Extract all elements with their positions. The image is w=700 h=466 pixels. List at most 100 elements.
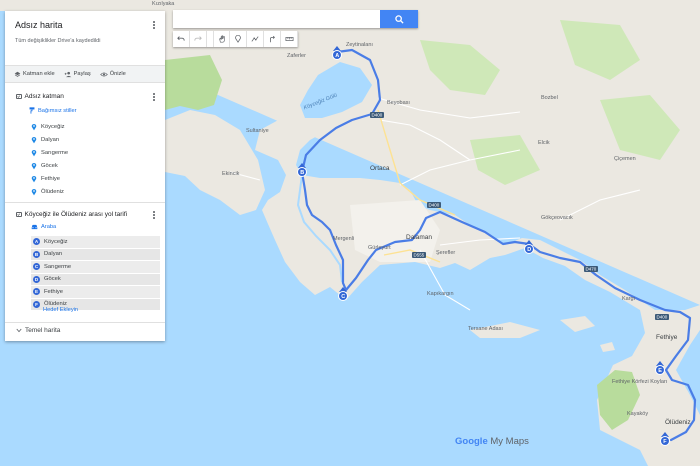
car-icon xyxy=(31,224,38,230)
map-options-button[interactable] xyxy=(150,19,158,31)
label-kapikargin: Kapıkargın xyxy=(427,291,454,297)
hand-icon xyxy=(218,35,225,43)
travel-mode[interactable]: Araba xyxy=(31,224,56,230)
stop-letter-badge: C xyxy=(33,263,40,271)
stop-item[interactable]: E Fethiye xyxy=(31,286,160,298)
layer1-style-link[interactable]: Bağımsız stiller xyxy=(29,107,77,114)
layer1-name[interactable]: Adsız katman xyxy=(25,93,64,100)
label-ekincik: Ekincik xyxy=(222,171,240,177)
svg-text:D555: D555 xyxy=(414,253,425,258)
svg-text:D470: D470 xyxy=(586,267,597,272)
chevron-down-icon xyxy=(16,328,22,333)
layer1-options-button[interactable] xyxy=(150,91,158,103)
pin-icon xyxy=(31,149,37,157)
layer1-item[interactable]: Sarıgerme xyxy=(31,149,68,157)
label-fethiye: Fethiye xyxy=(656,334,678,341)
svg-text:E: E xyxy=(658,368,662,374)
add-layer-button[interactable]: Katman ekle xyxy=(14,71,55,78)
stop-letter-badge: F xyxy=(33,300,40,308)
directions-icon xyxy=(270,35,275,43)
label-sultaniye: Sultaniye xyxy=(246,128,269,134)
stop-item[interactable]: D Göcek xyxy=(31,273,160,285)
label-fethiye-koylari: Fethiye Körfezi Koyları xyxy=(612,379,667,385)
svg-text:D400: D400 xyxy=(657,315,668,320)
label-ciciemen: Çiçemen xyxy=(614,156,636,162)
layer1-checkbox[interactable] xyxy=(16,93,22,100)
base-divider xyxy=(5,322,165,323)
label-elcik: Elcik xyxy=(538,140,550,146)
search-icon xyxy=(394,14,404,24)
layer2-header[interactable]: Köyceğiz ile Ölüdeniz arası yol tarifi xyxy=(16,211,127,218)
svg-text:D400: D400 xyxy=(372,113,383,118)
stop-item[interactable]: A Köyceğiz xyxy=(31,236,160,248)
stop-letter-badge: A xyxy=(33,238,40,246)
add-person-icon xyxy=(64,71,71,77)
label-zeytinalani: Zeytinalanı xyxy=(346,42,373,48)
preview-button[interactable]: Önizle xyxy=(99,71,126,78)
layer1-header[interactable]: Adsız katman xyxy=(16,93,64,100)
redo-icon xyxy=(194,36,202,41)
layer2-options-button[interactable] xyxy=(150,209,158,221)
map-title[interactable]: Adsız harita xyxy=(15,20,63,30)
label-zaferler: Zaferler xyxy=(287,53,306,59)
base-map-toggle[interactable]: Temel harita xyxy=(16,327,60,334)
directions-button[interactable] xyxy=(264,31,281,47)
hand-tool-button[interactable] xyxy=(213,31,230,47)
draw-line-icon xyxy=(251,36,259,42)
save-status: Tüm değişiklikler Drive'a kaydedildi xyxy=(15,38,101,44)
marker-icon xyxy=(235,35,241,43)
add-destination-link[interactable]: Hedef Ekleyin xyxy=(43,307,78,313)
stop-letter-badge: E xyxy=(33,288,40,296)
search-box xyxy=(173,10,418,28)
panel-actions: Katman ekle Paylaş Önizle xyxy=(5,65,165,83)
label-oludeniz: Ölüdeniz xyxy=(665,418,691,426)
svg-text:C: C xyxy=(341,294,345,300)
stop-letter-badge: D xyxy=(33,275,40,283)
label-gurleyurt: Gürleyurt xyxy=(368,245,391,251)
map-side-panel: Adsız harita Tüm değişiklikler Drive'a k… xyxy=(5,11,165,341)
label-beyobasi: Beyobası xyxy=(387,100,410,106)
label-kargi: Kargı xyxy=(622,296,635,302)
layer1-item[interactable]: Dalyan xyxy=(31,136,59,144)
layer1-item[interactable]: Fethiye xyxy=(31,175,60,183)
measure-button[interactable] xyxy=(281,31,298,47)
label-dalaman: Dalaman xyxy=(406,234,432,241)
search-button[interactable] xyxy=(380,10,418,28)
stop-letter-badge: B xyxy=(33,250,40,258)
ruler-icon xyxy=(285,37,293,41)
pin-icon xyxy=(31,175,37,183)
pin-icon xyxy=(31,123,37,131)
draw-line-button[interactable] xyxy=(247,31,264,47)
label-gokceovacik: Gökçeovacık xyxy=(541,215,573,221)
pin-icon xyxy=(31,136,37,144)
pin-icon xyxy=(31,188,37,196)
label-kizilyaka: Kızılyaka xyxy=(152,1,175,7)
svg-text:B: B xyxy=(300,170,304,176)
paint-roller-icon xyxy=(29,107,35,114)
label-serefler: Şerefler xyxy=(436,250,455,256)
pin-icon xyxy=(31,162,37,170)
label-mergenli: Mergenli xyxy=(333,236,354,242)
layer1-item[interactable]: Göcek xyxy=(31,162,58,170)
label-kayakoy: Kayaköy xyxy=(627,411,648,417)
svg-text:D400: D400 xyxy=(429,203,440,208)
map-toolbar xyxy=(173,31,298,47)
add-marker-button[interactable] xyxy=(230,31,247,47)
redo-button[interactable] xyxy=(190,31,207,47)
eye-icon xyxy=(99,72,108,76)
svg-text:D: D xyxy=(527,247,531,253)
layer2-checkbox[interactable] xyxy=(16,211,22,218)
layer1-item[interactable]: Ölüdeniz xyxy=(31,188,64,196)
layer-divider xyxy=(5,202,165,203)
layer1-item[interactable]: Köyceğiz xyxy=(31,123,65,131)
undo-icon xyxy=(177,36,185,41)
share-button[interactable]: Paylaş xyxy=(64,71,91,78)
stop-item[interactable]: B Dalyan xyxy=(31,248,160,260)
label-bozbel: Bozbel xyxy=(541,95,558,101)
undo-button[interactable] xyxy=(173,31,190,47)
label-tersane: Tersane Adası xyxy=(468,326,503,332)
layer2-name[interactable]: Köyceğiz ile Ölüdeniz arası yol tarifi xyxy=(25,211,128,218)
stop-item[interactable]: C Sarıgerme xyxy=(31,261,160,273)
layers-icon xyxy=(14,71,21,77)
search-input[interactable] xyxy=(173,10,378,28)
